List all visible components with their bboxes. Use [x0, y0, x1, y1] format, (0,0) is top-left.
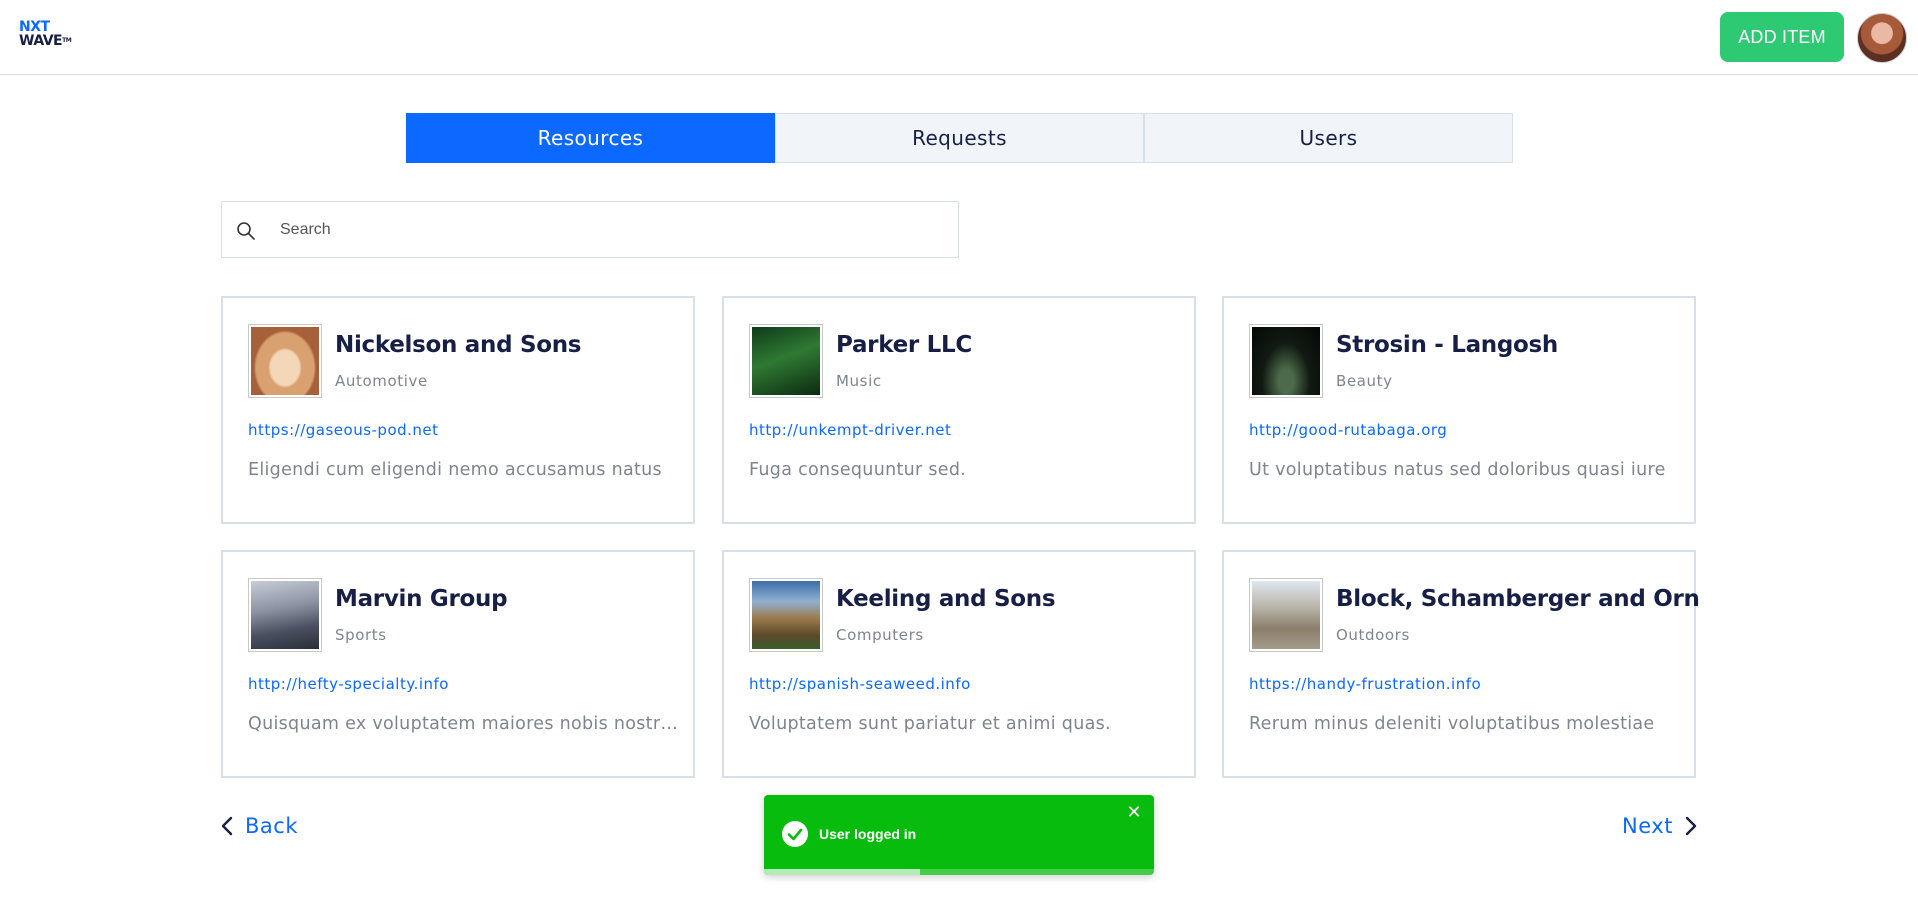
section-tabs: Resources Requests Users — [406, 113, 1513, 163]
resource-category: Computers — [836, 626, 924, 644]
resource-link[interactable]: http://unkempt-driver.net — [749, 421, 951, 439]
logo-line-1: NXT — [19, 19, 50, 35]
resource-card[interactable]: Keeling and Sons Computers http://spanis… — [722, 550, 1196, 778]
resource-title: Block, Schamberger and Orn — [1336, 586, 1700, 612]
resource-link[interactable]: http://hefty-specialty.info — [248, 675, 449, 693]
resource-link[interactable]: https://gaseous-pod.net — [248, 421, 439, 439]
resource-category: Sports — [335, 626, 387, 644]
next-button[interactable]: Next — [1622, 814, 1697, 838]
resource-title: Parker LLC — [836, 332, 972, 358]
resource-category: Beauty — [1336, 372, 1393, 390]
user-avatar[interactable] — [1857, 13, 1907, 63]
resource-card[interactable]: Nickelson and Sons Automotive https://ga… — [221, 296, 695, 524]
back-label: Back — [245, 814, 298, 838]
resource-description: Voluptatem sunt pariatur et animi quas. — [749, 714, 1111, 734]
resource-thumbnail — [1249, 324, 1323, 398]
logo-line-2: WAVE — [19, 33, 63, 49]
resource-thumbnail — [749, 578, 823, 652]
search-input[interactable] — [280, 214, 930, 246]
chevron-right-icon — [1685, 816, 1697, 836]
tab-resources[interactable]: Resources — [406, 113, 775, 163]
close-icon[interactable]: ✕ — [1126, 803, 1142, 821]
add-item-button[interactable]: ADD ITEM — [1720, 12, 1844, 62]
resource-link[interactable]: http://good-rutabaga.org — [1249, 421, 1447, 439]
search-icon — [237, 222, 255, 240]
resource-thumbnail — [248, 578, 322, 652]
resource-card[interactable]: Strosin - Langosh Beauty http://good-rut… — [1222, 296, 1696, 524]
resource-description: Rerum minus deleniti voluptatibus molest… — [1249, 714, 1655, 734]
back-button[interactable]: Back — [221, 814, 298, 838]
resource-title: Marvin Group — [335, 586, 508, 612]
resource-title: Nickelson and Sons — [335, 332, 582, 358]
resource-card[interactable]: Block, Schamberger and Orn Outdoors http… — [1222, 550, 1700, 778]
resource-title: Keeling and Sons — [836, 586, 1056, 612]
chevron-left-icon — [221, 816, 233, 836]
resource-card[interactable]: Marvin Group Sports http://hefty-special… — [221, 550, 695, 778]
resource-category: Outdoors — [1336, 626, 1410, 644]
next-label: Next — [1622, 814, 1673, 838]
toast-progress-track — [764, 869, 1154, 875]
check-circle-icon — [782, 821, 808, 847]
resource-category: Automotive — [335, 372, 428, 390]
toast-progress-bar — [764, 869, 920, 875]
resource-link[interactable]: https://handy-frustration.info — [1249, 675, 1481, 693]
nxtwave-logo[interactable]: NXT WAVETM — [19, 20, 79, 54]
top-header: NXT WAVETM ADD ITEM — [0, 0, 1918, 75]
resource-thumbnail — [1249, 578, 1323, 652]
search-bar — [221, 201, 959, 258]
resource-title: Strosin - Langosh — [1336, 332, 1558, 358]
resource-category: Music — [836, 372, 882, 390]
resource-description: Quisquam ex voluptatem maiores nobis nos… — [248, 714, 678, 734]
toast-message: User logged in — [819, 826, 917, 842]
logo-tm: TM — [62, 37, 72, 44]
toast-notification: User logged in ✕ — [764, 795, 1154, 875]
resource-description: Eligendi cum eligendi nemo accusamus nat… — [248, 460, 662, 480]
resource-thumbnail — [248, 324, 322, 398]
tab-users[interactable]: Users — [1144, 113, 1513, 163]
resource-card[interactable]: Parker LLC Music http://unkempt-driver.n… — [722, 296, 1196, 524]
resource-description: Fuga consequuntur sed. — [749, 460, 967, 480]
resource-link[interactable]: http://spanish-seaweed.info — [749, 675, 971, 693]
resource-thumbnail — [749, 324, 823, 398]
tab-requests[interactable]: Requests — [775, 113, 1144, 163]
resource-description: Ut voluptatibus natus sed doloribus quas… — [1249, 460, 1666, 480]
